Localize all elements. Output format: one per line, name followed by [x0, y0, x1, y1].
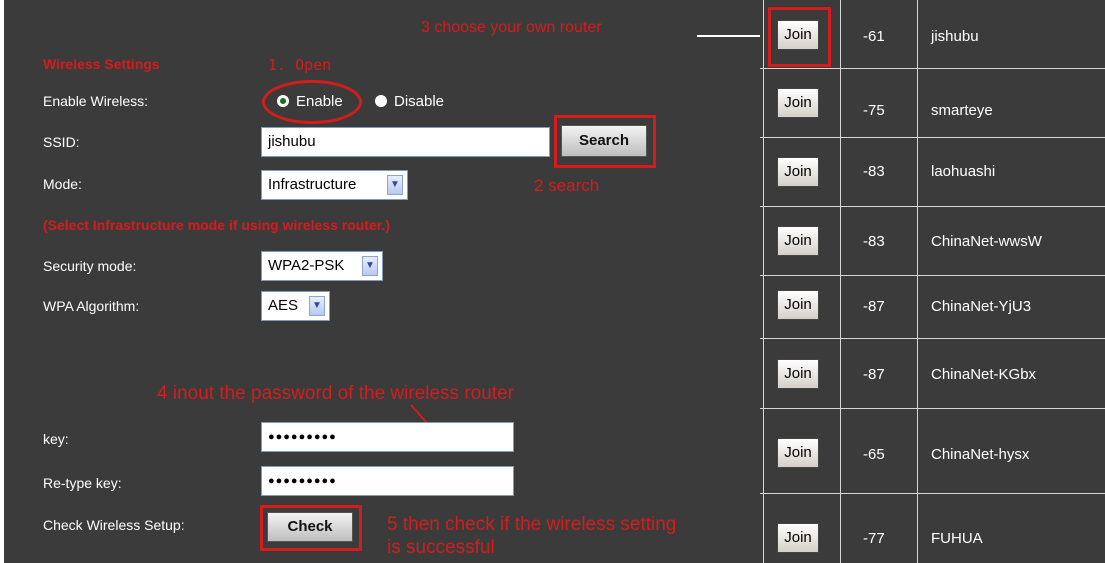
network-ssid: FUHUA [931, 530, 983, 547]
ssid-input[interactable]: jishubu [261, 127, 550, 157]
signal-strength: -87 [863, 366, 885, 383]
network-row: Join -87 ChinaNet-YjU3 [760, 275, 1105, 338]
annotation-step1: 1. Open [268, 56, 332, 74]
network-row: Join -83 laohuashi [760, 137, 1105, 206]
network-ssid: ChinaNet-hysx [931, 446, 1030, 463]
annotation-step5-line1: 5 then check if the wireless setting [387, 514, 677, 535]
signal-strength: -83 [863, 233, 885, 250]
check-wireless-label: Check Wireless Setup: [43, 517, 185, 533]
join-button[interactable]: Join [777, 20, 819, 50]
network-row: Join -75 smarteye [760, 68, 1105, 137]
chevron-down-icon: ▼ [387, 175, 403, 195]
signal-strength: -83 [863, 163, 885, 180]
join-button[interactable]: Join [777, 523, 819, 553]
signal-strength: -75 [863, 102, 885, 119]
disable-option-label: Disable [394, 93, 445, 110]
key-input[interactable]: ●●●●●●●●● [261, 422, 514, 452]
mode-select[interactable]: Infrastructure ▼ [261, 170, 408, 200]
signal-strength: -77 [863, 530, 885, 547]
network-row: Join -87 ChinaNet-KGbx [760, 338, 1105, 408]
join-button[interactable]: Join [777, 157, 819, 187]
mode-select-value: Infrastructure [268, 176, 357, 193]
annotation-arrow-step3 [697, 35, 769, 37]
mode-hint: (Select Infrastructure mode if using wir… [43, 217, 390, 233]
network-ssid: laohuashi [931, 163, 996, 180]
retype-key-label: Re-type key: [43, 475, 122, 491]
chevron-down-icon: ▼ [309, 296, 325, 316]
key-label: key: [43, 431, 69, 447]
annotation-step4: 4 inout the password of the wireless rou… [157, 383, 514, 404]
enable-option-label: Enable [296, 93, 343, 110]
join-button[interactable]: Join [777, 359, 819, 389]
security-mode-value: WPA2-PSK [268, 257, 345, 274]
wpa-algorithm-select[interactable]: AES ▼ [261, 291, 330, 321]
ssid-label: SSID: [43, 134, 80, 150]
mode-label: Mode: [43, 176, 82, 192]
network-row: Join -83 ChinaNet-wwsW [760, 206, 1105, 275]
join-button[interactable]: Join [777, 438, 819, 468]
wpa-algorithm-value: AES [268, 297, 299, 314]
signal-strength: -87 [863, 298, 885, 315]
annotation-step2: 2 search [534, 176, 600, 195]
join-button[interactable]: Join [777, 88, 819, 118]
enable-wireless-label: Enable Wireless: [43, 93, 149, 109]
network-ssid: smarteye [931, 102, 993, 119]
network-ssid: ChinaNet-wwsW [931, 233, 1042, 250]
join-button[interactable]: Join [777, 290, 819, 320]
chevron-down-icon: ▼ [362, 256, 378, 276]
retype-key-input[interactable]: ●●●●●●●●● [261, 466, 514, 496]
network-list: Join -61 jishubu Join -75 smarteye Join … [760, 0, 1105, 563]
annotation-step5-line2: is successful [387, 537, 495, 558]
security-mode-label: Security mode: [43, 258, 137, 274]
security-mode-select[interactable]: WPA2-PSK ▼ [261, 251, 383, 281]
wpa-algorithm-label: WPA Algorithm: [43, 298, 140, 314]
network-row: Join -65 ChinaNet-hysx [760, 408, 1105, 493]
disable-radio[interactable] [375, 95, 387, 107]
network-row: Join -61 jishubu [760, 0, 1105, 68]
signal-strength: -61 [863, 28, 885, 45]
network-ssid: ChinaNet-KGbx [931, 366, 1037, 383]
annotation-step3: 3 choose your own router [421, 19, 602, 36]
check-button[interactable]: Check [267, 512, 353, 542]
wireless-settings-panel: 3 choose your own router Wireless Settin… [4, 0, 769, 563]
search-button[interactable]: Search [561, 125, 647, 157]
signal-strength: -65 [863, 446, 885, 463]
section-title: Wireless Settings [43, 56, 160, 72]
network-ssid: ChinaNet-YjU3 [931, 298, 1032, 315]
network-ssid: jishubu [931, 28, 979, 45]
enable-radio[interactable] [277, 95, 289, 107]
network-row: Join -77 FUHUA [760, 493, 1105, 563]
join-button[interactable]: Join [777, 226, 819, 256]
